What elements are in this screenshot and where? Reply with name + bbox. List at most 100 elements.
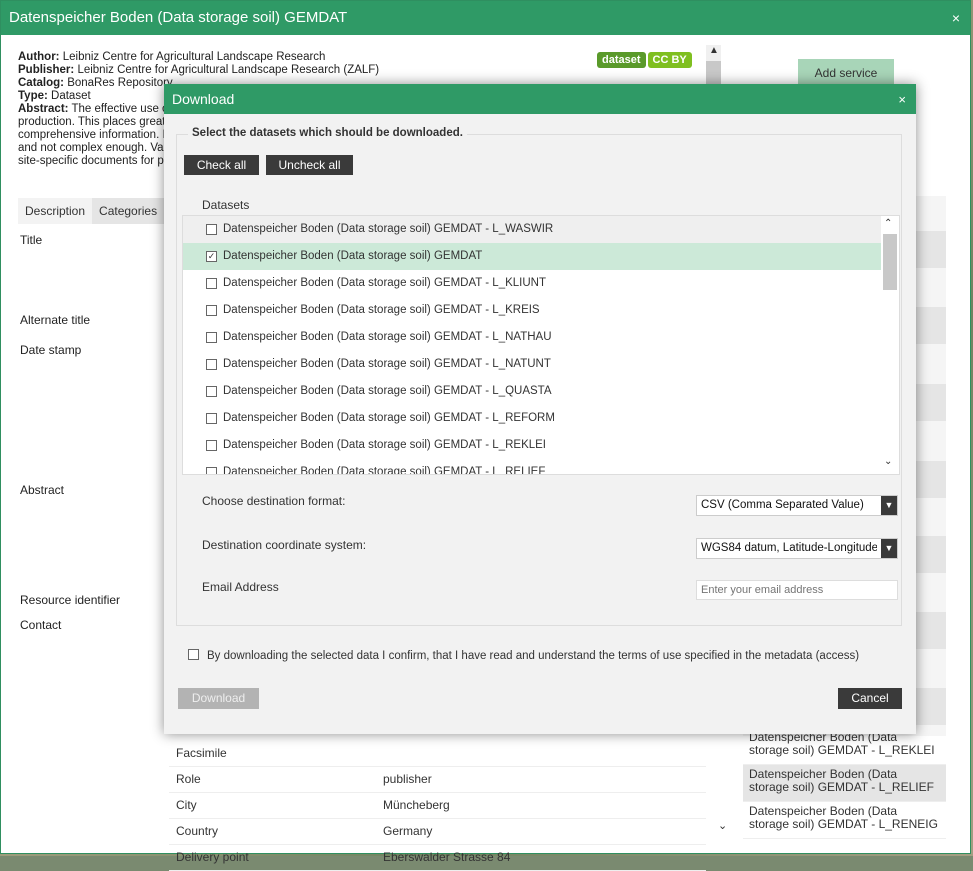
detail-key: City xyxy=(176,798,197,812)
uncheck-all-button[interactable]: Uncheck all xyxy=(266,155,353,175)
publisher-key: Publisher: xyxy=(18,64,75,76)
consent-row[interactable]: By downloading the selected data I confi… xyxy=(188,648,859,662)
catalog-value: BonaRes Repository xyxy=(67,77,173,89)
cancel-button[interactable]: Cancel xyxy=(838,688,902,709)
detail-key: Facsimile xyxy=(176,746,227,760)
related-datasets-list: Datenspeicher Boden (Data storage soil) … xyxy=(743,728,946,839)
list-item[interactable]: Datenspeicher Boden (Data storage soil) … xyxy=(183,270,881,297)
dataset-checkbox[interactable] xyxy=(206,224,217,235)
tab-categories[interactable]: Categories xyxy=(92,198,165,224)
close-icon[interactable]: × xyxy=(898,92,906,107)
dataset-name: Datenspeicher Boden (Data storage soil) … xyxy=(223,331,552,343)
dataset-checkbox[interactable]: ✓ xyxy=(206,251,217,262)
dataset-checkbox[interactable] xyxy=(206,413,217,424)
dataset-badge[interactable]: dataset xyxy=(597,52,646,68)
chevron-down-icon[interactable]: ▼ xyxy=(881,539,897,558)
chevron-down-icon[interactable]: ⌄ xyxy=(884,456,892,467)
crs-select[interactable]: WGS84 datum, Latitude-Longitude; Degrees… xyxy=(696,538,898,559)
abstract-label: Abstract xyxy=(20,483,65,497)
detail-value: publisher xyxy=(383,772,432,786)
crs-value: WGS84 datum, Latitude-Longitude; Degrees xyxy=(701,542,877,554)
abstract-line: The effective use o xyxy=(71,103,169,115)
list-item[interactable]: Datenspeicher Boden (Data storage soil) … xyxy=(183,378,881,405)
consent-checkbox[interactable] xyxy=(188,649,199,660)
dataset-checkbox[interactable] xyxy=(206,467,217,474)
contact-details: Facsimile Role publisher City Müncheberg C… xyxy=(169,741,706,871)
dataset-checkbox[interactable] xyxy=(206,305,217,316)
table-row: City Müncheberg xyxy=(169,793,706,819)
list-item[interactable]: Datenspeicher Boden (Data storage soil) … xyxy=(183,459,881,475)
list-item[interactable]: Datenspeicher Boden (Data storage soil) … xyxy=(183,432,881,459)
datasets-list: Datenspeicher Boden (Data storage soil) … xyxy=(182,215,900,475)
metadata-dialog-title: Datenspeicher Boden (Data storage soil) … xyxy=(9,9,348,26)
format-label: Choose destination format: xyxy=(202,494,346,508)
dataset-name: Datenspeicher Boden (Data storage soil) … xyxy=(223,466,546,475)
list-item[interactable]: Datenspeicher Boden (Data storage soil) … xyxy=(743,765,946,802)
download-dialog: Download × Select the datasets which sho… xyxy=(164,84,916,734)
dataset-name: Datenspeicher Boden (Data storage soil) … xyxy=(223,223,554,235)
license-badge[interactable]: CC BY xyxy=(647,52,692,68)
table-row: Delivery point Eberswalder Strasse 84 xyxy=(169,845,706,871)
table-row: Facsimile xyxy=(169,741,706,767)
publisher-value: Leibniz Centre for Agricultural Landscap… xyxy=(77,64,380,76)
datasets-label: Datasets xyxy=(202,198,250,212)
detail-key: Delivery point xyxy=(176,850,249,864)
detail-key: Role xyxy=(176,772,201,786)
list-item[interactable]: Datenspeicher Boden (Data storage soil) … xyxy=(183,324,881,351)
download-dialog-header: Download × xyxy=(164,84,916,114)
dataset-name: Datenspeicher Boden (Data storage soil) … xyxy=(223,412,555,424)
dataset-checkbox[interactable] xyxy=(206,332,217,343)
dataset-checkbox[interactable] xyxy=(206,386,217,397)
chevron-up-icon[interactable]: ▲ xyxy=(709,45,719,56)
datasets-scrollbar[interactable]: ⌃ ⌄ xyxy=(881,216,899,474)
list-item[interactable]: Datenspeicher Boden (Data storage soil) … xyxy=(183,351,881,378)
dataset-checkbox[interactable] xyxy=(206,359,217,370)
dataset-legend: Select the datasets which should be down… xyxy=(188,127,467,139)
list-item[interactable]: Datenspeicher Boden (Data storage soil) … xyxy=(743,802,946,839)
dataset-checkbox[interactable] xyxy=(206,440,217,451)
badges: dataset CC BY xyxy=(597,52,694,68)
title-label: Title xyxy=(20,233,43,247)
list-item[interactable]: Datenspeicher Boden (Data storage soil) … xyxy=(183,297,881,324)
type-value: Dataset xyxy=(51,90,91,102)
dataset-name: Datenspeicher Boden (Data storage soil) … xyxy=(223,250,483,262)
tab-bar: Description Categories xyxy=(18,198,165,224)
list-item[interactable]: Datenspeicher Boden (Data storage soil) … xyxy=(183,216,881,243)
list-item[interactable]: ✓ Datenspeicher Boden (Data storage soil)… xyxy=(183,243,881,270)
chevron-down-icon[interactable]: ⌄ xyxy=(718,819,727,832)
email-label: Email Address xyxy=(202,580,279,594)
chevron-down-icon[interactable]: ▼ xyxy=(881,496,897,515)
metadata-dialog-header: Datenspeicher Boden (Data storage soil) … xyxy=(1,1,970,35)
detail-key: Country xyxy=(176,824,219,838)
detail-value: Eberswalder Strasse 84 xyxy=(383,850,511,864)
dataset-name: Datenspeicher Boden (Data storage soil) … xyxy=(223,304,540,316)
format-value: CSV (Comma Separated Value) xyxy=(701,499,864,511)
list-item[interactable]: Datenspeicher Boden (Data storage soil) … xyxy=(183,405,881,432)
abstract-key: Abstract: xyxy=(18,103,69,115)
dataset-name: Datenspeicher Boden (Data storage soil) … xyxy=(223,358,551,370)
email-field[interactable] xyxy=(696,580,898,600)
download-button[interactable]: Download xyxy=(178,688,259,709)
crs-label: Destination coordinate system: xyxy=(202,538,367,552)
type-key: Type: xyxy=(18,90,48,102)
detail-value: Germany xyxy=(383,824,433,838)
tab-description[interactable]: Description xyxy=(18,198,93,224)
add-service-button[interactable]: Add service xyxy=(798,59,894,87)
chevron-up-icon[interactable]: ⌃ xyxy=(884,218,892,229)
contact-label: Contact xyxy=(20,618,62,632)
format-select[interactable]: CSV (Comma Separated Value) ▼ xyxy=(696,495,898,516)
dataset-checkbox[interactable] xyxy=(206,278,217,289)
resource-identifier-label: Resource identifier xyxy=(20,593,121,607)
close-icon[interactable]: × xyxy=(952,10,960,26)
consent-text: By downloading the selected data I confi… xyxy=(207,650,860,662)
scrollbar-thumb[interactable] xyxy=(883,234,897,290)
table-row: Country Germany xyxy=(169,819,706,845)
table-row: Role publisher xyxy=(169,767,706,793)
alternate-title-label: Alternate title xyxy=(20,313,91,327)
date-stamp-label: Date stamp xyxy=(20,343,82,357)
dataset-name: Datenspeicher Boden (Data storage soil) … xyxy=(223,277,546,289)
check-all-button[interactable]: Check all xyxy=(184,155,259,175)
author-value: Leibniz Centre for Agricultural Landscap… xyxy=(62,51,326,63)
detail-value: Müncheberg xyxy=(383,798,450,812)
dataset-name: Datenspeicher Boden (Data storage soil) … xyxy=(223,439,546,451)
